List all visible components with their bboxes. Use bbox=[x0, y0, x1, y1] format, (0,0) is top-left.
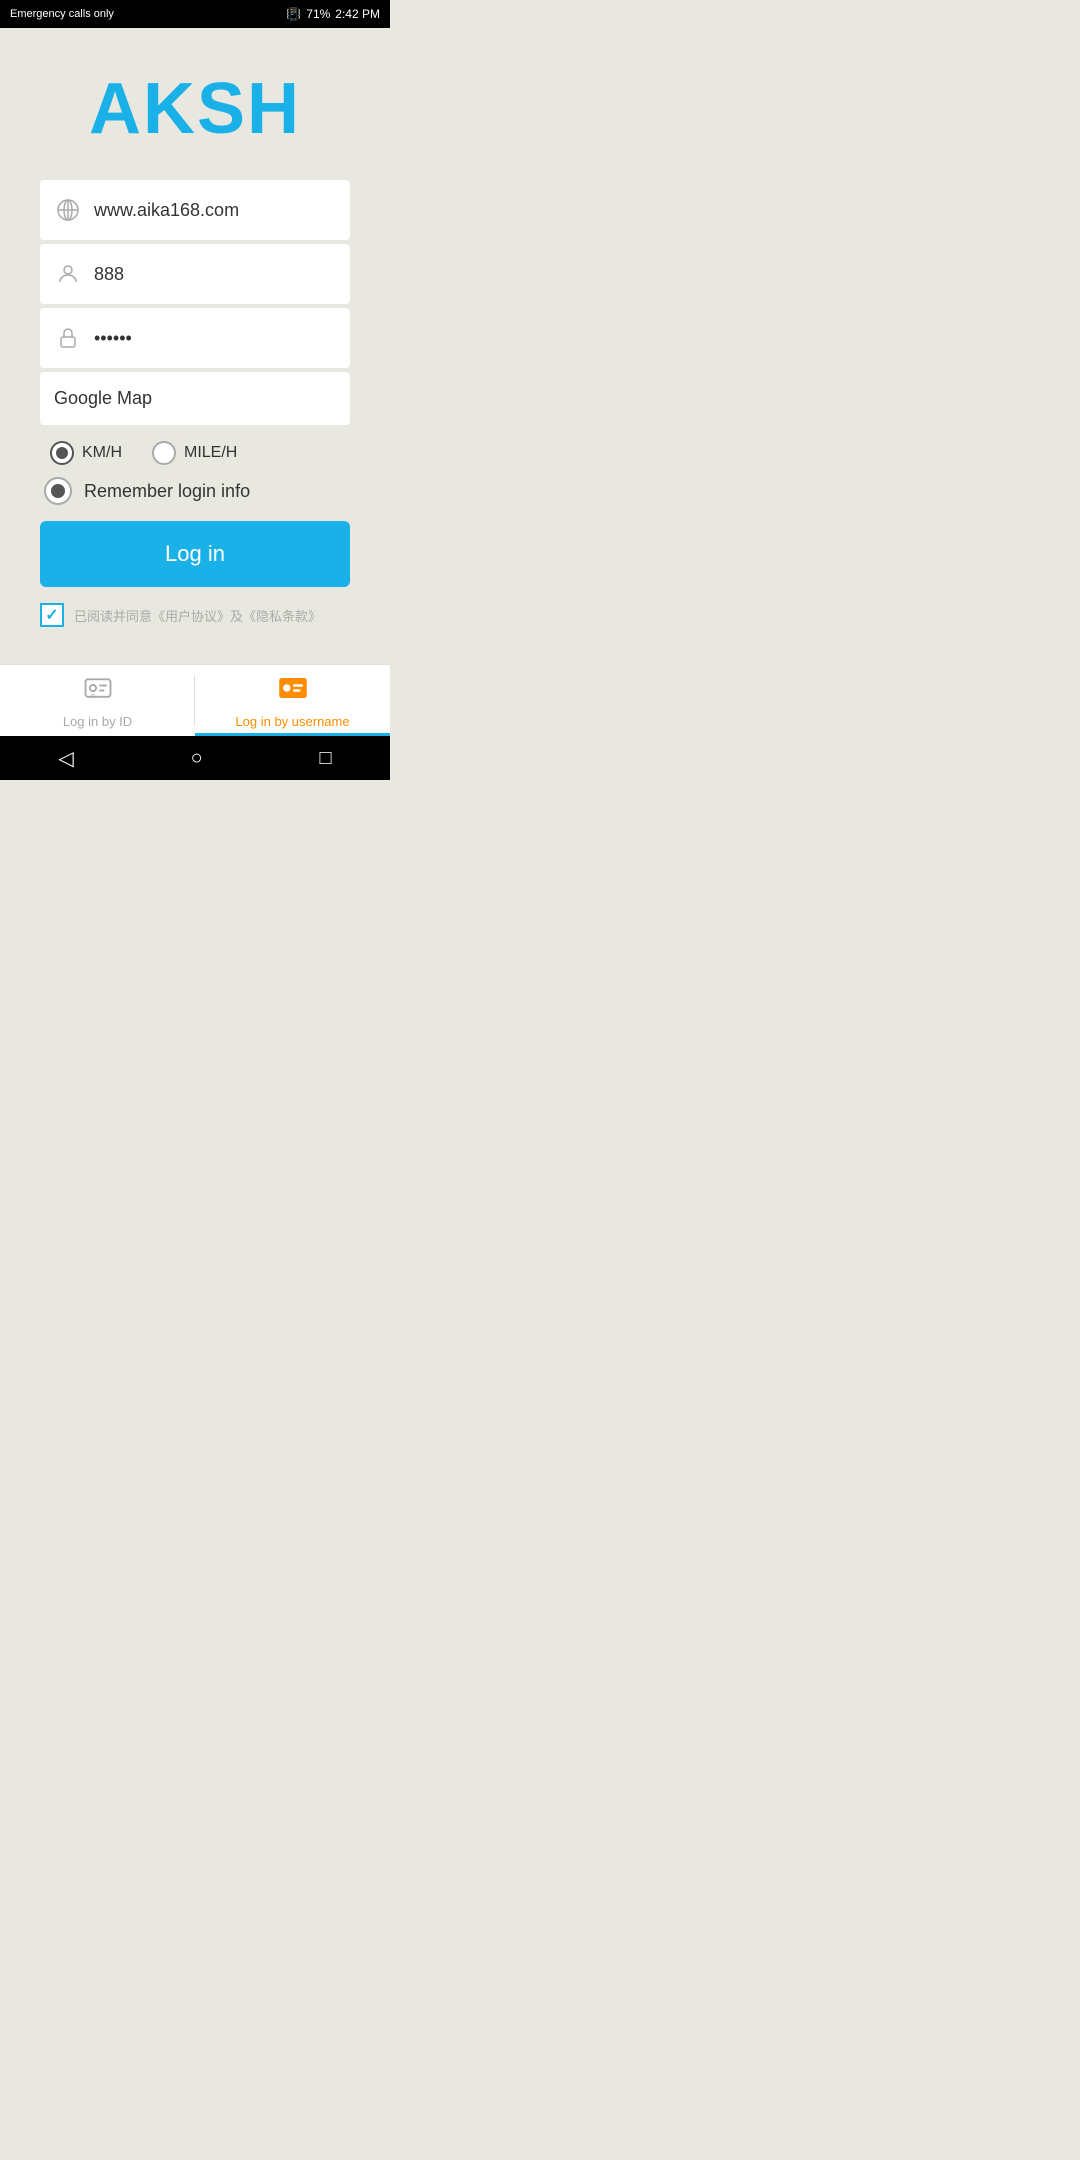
main-content: AKSH bbox=[0, 28, 390, 664]
login-by-id-label: Log in by ID bbox=[63, 714, 132, 729]
remember-radio[interactable] bbox=[44, 477, 72, 505]
lock-icon bbox=[54, 324, 82, 352]
vibrate-icon: 📳 bbox=[286, 7, 301, 21]
kmh-option[interactable]: KM/H bbox=[50, 441, 122, 465]
agreement-row[interactable]: ✓ 已阅读并同意《用户协议》及《隐私条款》 bbox=[40, 603, 321, 627]
tab-login-by-username[interactable]: Log in by username bbox=[195, 665, 390, 736]
mileh-option[interactable]: MILE/H bbox=[152, 441, 237, 465]
speed-unit-group: KM/H MILE/H bbox=[40, 441, 237, 465]
map-selector-field[interactable]: Google Map Baidu Map bbox=[40, 372, 350, 425]
globe-icon bbox=[54, 196, 82, 224]
remember-login-group[interactable]: Remember login info bbox=[40, 477, 250, 505]
active-indicator bbox=[195, 733, 390, 736]
password-field[interactable] bbox=[40, 308, 350, 368]
id-card-icon: ID bbox=[83, 673, 113, 710]
person-icon bbox=[54, 260, 82, 288]
username-field[interactable] bbox=[40, 244, 350, 304]
svg-text:ID: ID bbox=[90, 694, 95, 700]
agreement-checkbox[interactable]: ✓ bbox=[40, 603, 64, 627]
status-signal: Emergency calls only bbox=[10, 8, 114, 20]
app-logo: AKSH bbox=[89, 68, 301, 150]
home-button[interactable]: ○ bbox=[171, 739, 223, 778]
recents-button[interactable]: □ bbox=[299, 739, 351, 778]
username-input[interactable] bbox=[94, 264, 336, 285]
status-right: 📳 71% 2:42 PM bbox=[286, 7, 380, 21]
server-field[interactable] bbox=[40, 180, 350, 240]
password-input[interactable] bbox=[94, 328, 336, 349]
agreement-text: 已阅读并同意《用户协议》及《隐私条款》 bbox=[74, 606, 321, 625]
tab-login-by-id[interactable]: ID Log in by ID bbox=[0, 665, 195, 736]
kmh-label: KM/H bbox=[82, 444, 122, 462]
back-button[interactable]: ◁ bbox=[38, 738, 93, 779]
mileh-radio[interactable] bbox=[152, 441, 176, 465]
bottom-tab-bar: ID Log in by ID Log in by username bbox=[0, 664, 390, 736]
username-card-icon bbox=[278, 673, 308, 710]
checkmark-icon: ✓ bbox=[45, 605, 58, 625]
mileh-label: MILE/H bbox=[184, 444, 237, 462]
time-display: 2:42 PM bbox=[335, 7, 380, 21]
status-bar: Emergency calls only 📳 71% 2:42 PM bbox=[0, 0, 390, 28]
server-input[interactable] bbox=[94, 200, 336, 221]
map-select[interactable]: Google Map Baidu Map bbox=[54, 388, 336, 408]
nav-bar: ◁ ○ □ bbox=[0, 736, 390, 780]
kmh-radio[interactable] bbox=[50, 441, 74, 465]
login-by-username-label: Log in by username bbox=[235, 714, 349, 729]
battery-level: 71% bbox=[306, 7, 330, 21]
login-button[interactable]: Log in bbox=[40, 521, 350, 587]
remember-label: Remember login info bbox=[84, 481, 250, 502]
